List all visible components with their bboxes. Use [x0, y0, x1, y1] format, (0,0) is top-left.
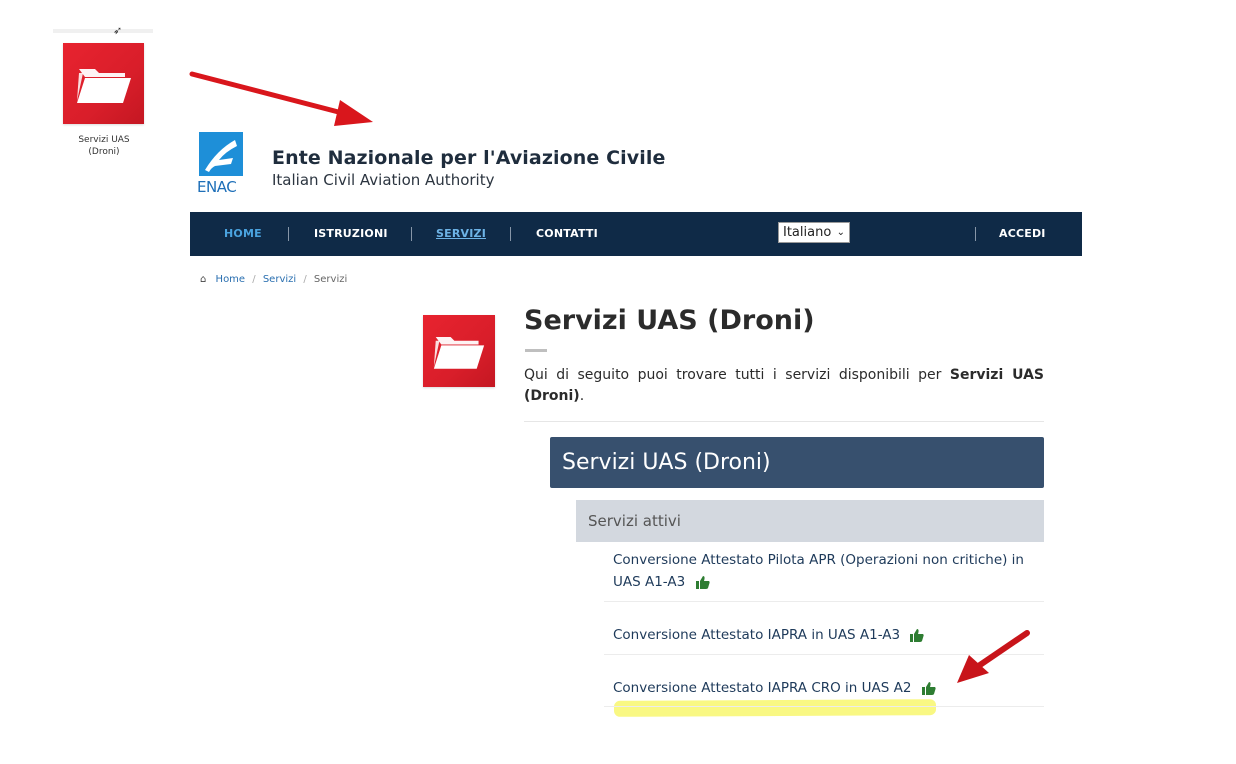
service-link-apr[interactable]: Conversione Attestato Pilota APR (Operaz… [613, 549, 1033, 593]
divider [524, 421, 1044, 422]
language-select[interactable]: Italiano ⌄ [778, 222, 850, 243]
nav-separator [975, 227, 976, 241]
nav-login[interactable]: ACCEDI [999, 212, 1046, 256]
nav-separator [510, 227, 511, 241]
service-label: Conversione Attestato Pilota APR (Operaz… [613, 552, 1024, 590]
service-separator [604, 601, 1044, 602]
breadcrumb-home[interactable]: Home [216, 274, 246, 285]
main-navbar: HOME ISTRUZIONI SERVIZI CONTATTI Italian… [190, 212, 1082, 256]
site-title: Ente Nazionale per l'Aviazione Civile [272, 147, 666, 169]
folder-icon [76, 68, 131, 103]
service-separator [604, 706, 1044, 707]
service-label: Conversione Attestato IAPRA CRO in UAS A… [613, 680, 912, 696]
mouse-cursor-icon: ➶ [113, 24, 123, 37]
desktop-icon-label-line2: (Droni) [88, 147, 120, 157]
thumbs-up-icon [910, 628, 925, 642]
site-subtitle: Italian Civil Aviation Authority [272, 171, 495, 189]
description-text: Qui di seguito puoi trovare tutti i serv… [524, 367, 950, 383]
description-suffix: . [579, 388, 585, 404]
service-label: Conversione Attestato IAPRA in UAS A1-A3 [613, 627, 901, 643]
chevron-down-icon: ⌄ [836, 227, 845, 238]
enac-logo-text: ENAC [197, 178, 237, 196]
desktop-icon-label: Servizi UAS (Droni) [54, 134, 154, 158]
home-icon: ⌂ [200, 274, 207, 285]
breadcrumb-servizi[interactable]: Servizi [263, 274, 296, 285]
nav-contatti[interactable]: CONTATTI [536, 212, 598, 256]
language-select-value: Italiano [783, 225, 832, 240]
highlight-marker [613, 699, 937, 717]
breadcrumb-current: Servizi [313, 274, 348, 285]
page-title: Servizi UAS (Droni) [524, 305, 815, 336]
folder-icon [433, 337, 485, 369]
desktop-icon-label-line1: Servizi UAS [78, 135, 130, 145]
desktop-strip [53, 29, 153, 33]
desktop-folder-icon[interactable] [63, 43, 144, 124]
thumbs-up-icon [921, 681, 936, 695]
section-header: Servizi attivi [576, 500, 1044, 542]
nav-home[interactable]: HOME [224, 212, 262, 256]
annotation-arrow-icon [957, 630, 1030, 683]
panel-header: Servizi UAS (Droni) [550, 437, 1044, 488]
nav-servizi[interactable]: SERVIZI [436, 212, 486, 256]
annotation-arrow-icon [189, 71, 373, 126]
title-underline [525, 349, 547, 352]
thumbs-up-icon [695, 575, 710, 589]
nav-separator [288, 227, 289, 241]
service-folder-icon [423, 315, 495, 387]
nav-istruzioni[interactable]: ISTRUZIONI [314, 212, 388, 256]
breadcrumb-separator: / [252, 274, 256, 285]
enac-logo[interactable]: ENAC [197, 132, 245, 198]
breadcrumb: ⌂ Home / Servizi / Servizi [200, 274, 347, 285]
breadcrumb-separator: / [303, 274, 307, 285]
page-description: Qui di seguito puoi trovare tutti i serv… [524, 365, 1044, 407]
nav-separator [411, 227, 412, 241]
